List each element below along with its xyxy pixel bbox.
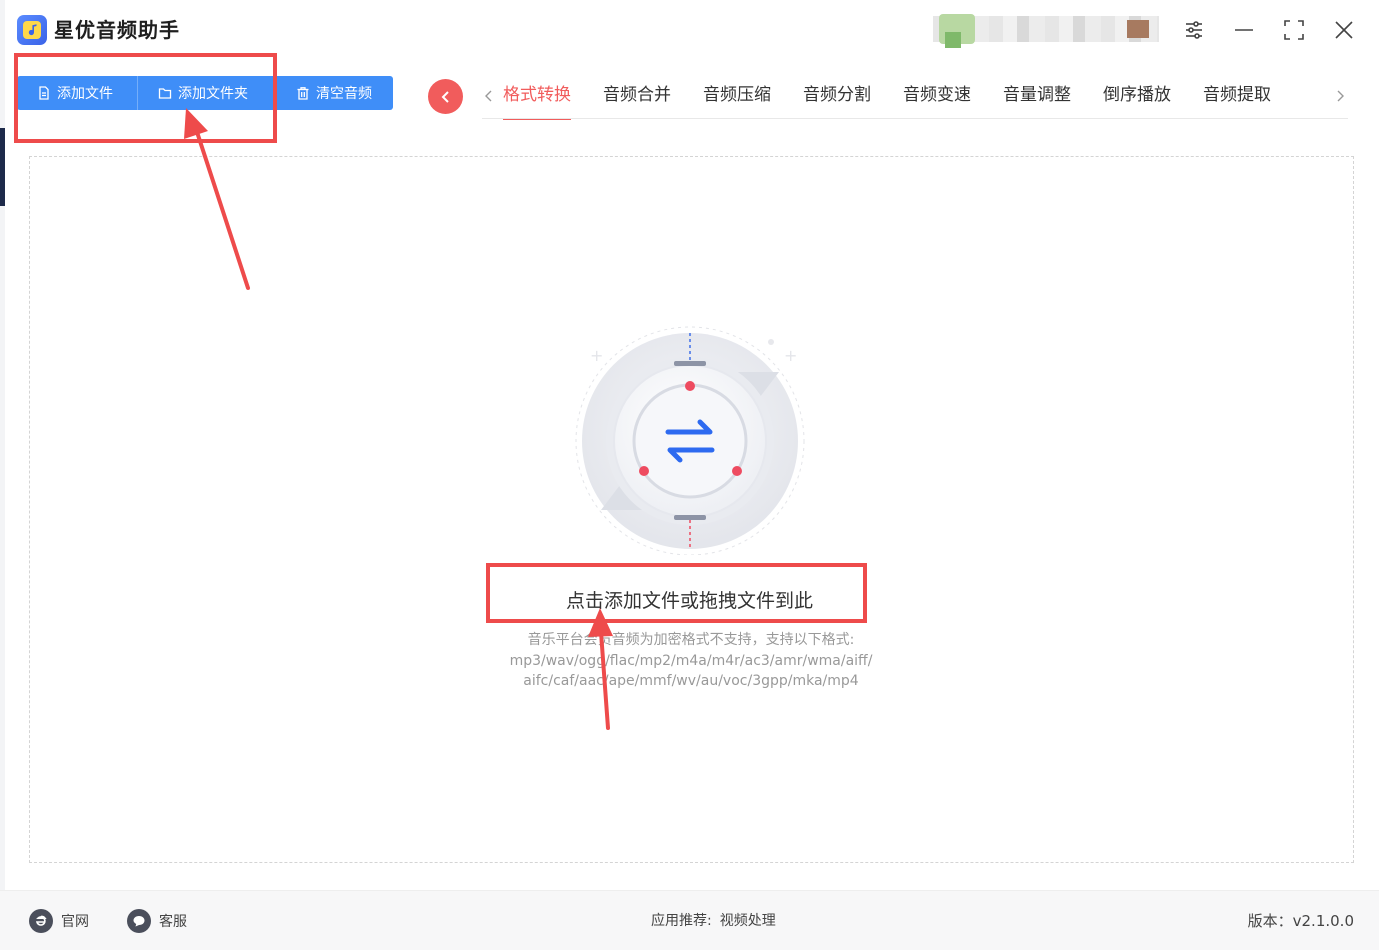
minimize-button[interactable] xyxy=(1230,16,1258,44)
website-link[interactable]: 官网 xyxy=(29,909,89,933)
chevron-left-icon xyxy=(441,90,449,103)
feature-tabs: 格式转换 音频合并 音频压缩 音频分割 音频变速 音量调整 倒序播放 音频提取 xyxy=(503,82,1303,120)
file-icon xyxy=(37,86,51,100)
folder-icon xyxy=(158,86,172,100)
chevron-left-icon xyxy=(485,90,492,102)
close-button[interactable] xyxy=(1330,16,1358,44)
minimize-icon xyxy=(1235,29,1253,31)
clear-audio-label: 清空音频 xyxy=(316,86,372,102)
ie-icon xyxy=(29,909,53,933)
fullscreen-icon xyxy=(1284,20,1304,40)
app-title: 星优音频助手 xyxy=(54,18,180,42)
tabs-underline xyxy=(482,118,1348,119)
chat-icon xyxy=(127,909,151,933)
tab-audio-merge[interactable]: 音频合并 xyxy=(603,82,671,110)
tab-audio-split[interactable]: 音频分割 xyxy=(803,82,871,110)
tab-audio-extract[interactable]: 音频提取 xyxy=(1203,82,1271,110)
chevron-right-icon xyxy=(1337,90,1344,102)
support-label: 客服 xyxy=(159,914,187,930)
app-logo xyxy=(17,15,47,45)
add-folder-label: 添加文件夹 xyxy=(178,86,248,102)
tab-volume-adjust[interactable]: 音量调整 xyxy=(1003,82,1071,110)
website-label: 官网 xyxy=(61,914,89,930)
tab-reverse-play[interactable]: 倒序播放 xyxy=(1103,82,1171,110)
add-file-button[interactable]: 添加文件 xyxy=(17,76,137,110)
maximize-button[interactable] xyxy=(1280,16,1308,44)
close-icon xyxy=(1335,21,1353,39)
sliders-icon xyxy=(1186,21,1202,39)
collapse-panel-button[interactable] xyxy=(428,79,463,114)
svg-text:+: + xyxy=(784,346,797,365)
tab-audio-speed[interactable]: 音频变速 xyxy=(903,82,971,110)
formats-note-line: mp3/wav/ogg/flac/mp2/m4a/m4r/ac3/amr/wma… xyxy=(509,652,873,669)
clear-audio-button[interactable]: 清空音频 xyxy=(276,76,393,110)
tabs-scroll-left[interactable] xyxy=(482,84,496,108)
add-file-label: 添加文件 xyxy=(57,86,113,102)
background-window-strip xyxy=(0,0,5,950)
supported-formats-note: 音乐平台会员音频为加密格式不支持，支持以下格式: mp3/wav/ogg/fla… xyxy=(0,630,1379,692)
formats-note-line: 音乐平台会员音频为加密格式不支持，支持以下格式: xyxy=(527,632,855,648)
recommend-video-link[interactable]: 视频处理 xyxy=(720,913,776,929)
svg-text:+: + xyxy=(590,346,603,365)
settings-button[interactable] xyxy=(1180,16,1208,44)
add-folder-button[interactable]: 添加文件夹 xyxy=(138,76,275,110)
footer-bar: 官网 客服 应用推荐: 视频处理 版本：v2.1.0.0 xyxy=(0,890,1379,950)
drop-prompt: 点击添加文件或拖拽文件到此 xyxy=(565,590,813,612)
version-text: 版本：v2.1.0.0 xyxy=(1247,912,1354,930)
background-window-dark-block xyxy=(0,128,5,206)
title-bar: 星优音频助手 xyxy=(0,0,1379,60)
toolbar: 添加文件 添加文件夹 清空音频 xyxy=(17,76,393,110)
recommend-label: 应用推荐: xyxy=(651,913,712,929)
app-recommend: 应用推荐: 视频处理 xyxy=(651,909,776,933)
tab-audio-compress[interactable]: 音频压缩 xyxy=(703,82,771,110)
music-note-icon xyxy=(23,21,41,39)
tabs-scroll-right[interactable] xyxy=(1333,84,1347,108)
swap-arrows-icon: + + xyxy=(575,326,805,555)
tab-format-convert[interactable]: 格式转换 xyxy=(503,82,571,120)
formats-note-line: aifc/caf/aac/ape/mmf/wv/au/voc/3gpp/mka/… xyxy=(523,673,859,689)
support-link[interactable]: 客服 xyxy=(127,909,187,933)
trash-icon xyxy=(296,86,310,100)
user-account-blurred[interactable] xyxy=(933,14,1159,48)
